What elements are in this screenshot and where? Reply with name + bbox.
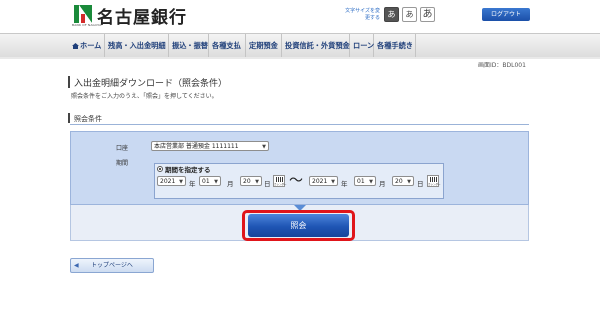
to-day-value: 20 bbox=[395, 178, 403, 185]
from-day-select[interactable]: 20 ▼ bbox=[240, 176, 262, 186]
to-calendar-button[interactable]: カレンダー bbox=[427, 175, 441, 187]
unit-year: 年 bbox=[189, 180, 196, 188]
unit-month: 月 bbox=[227, 180, 234, 188]
chevron-down-icon: ▼ bbox=[262, 144, 266, 150]
top-page-link-label: トップページへ bbox=[91, 262, 133, 269]
from-year-select[interactable]: 2021 ▼ bbox=[157, 176, 186, 186]
home-icon bbox=[72, 43, 79, 49]
unit-year: 年 bbox=[341, 180, 348, 188]
nav-item-label: ホーム bbox=[80, 41, 102, 50]
screen-id: 画面ID：BDL001 bbox=[478, 62, 526, 69]
top-page-link[interactable]: ◀ トップページへ bbox=[70, 258, 154, 273]
to-month-value: 01 bbox=[357, 178, 365, 185]
section-divider bbox=[70, 124, 529, 125]
chevron-down-icon: ▼ bbox=[214, 179, 218, 185]
nav-item-procedures[interactable]: 各種手続き bbox=[374, 34, 416, 58]
title-marker bbox=[68, 76, 70, 88]
chevron-left-icon: ◀ bbox=[74, 262, 79, 269]
section-marker bbox=[68, 113, 70, 123]
calendar-icon bbox=[276, 177, 283, 182]
chevron-down-icon: ▼ bbox=[407, 179, 411, 185]
nav-item-time-deposit[interactable]: 定期預金 bbox=[246, 34, 282, 58]
period-radio[interactable] bbox=[157, 166, 163, 172]
unit-month: 月 bbox=[379, 180, 386, 188]
inquiry-submit-button[interactable]: 照会 bbox=[248, 214, 349, 237]
unit-day: 日 bbox=[417, 180, 424, 188]
nav-divider bbox=[0, 57, 600, 59]
to-day-select[interactable]: 20 ▼ bbox=[392, 176, 414, 186]
calendar-caption: カレンダー bbox=[274, 183, 287, 186]
font-size-small-button[interactable]: あ bbox=[384, 7, 399, 22]
section-heading: 照会条件 bbox=[74, 115, 102, 123]
font-size-medium-button[interactable]: あ bbox=[402, 7, 417, 22]
to-year-value: 2021 bbox=[312, 178, 328, 185]
chevron-down-icon: ▼ bbox=[255, 179, 259, 185]
chevron-down-icon: ▼ bbox=[331, 179, 335, 185]
account-select-value: 本店営業部 普通預金 1111111 bbox=[154, 143, 239, 150]
instruction-text: 照会条件をご入力のうえ、「照会」を押してください。 bbox=[71, 93, 218, 100]
calendar-icon bbox=[430, 177, 437, 182]
nav-item-payment[interactable]: 各種支払 bbox=[209, 34, 246, 58]
bank-name: 名古屋銀行 bbox=[97, 8, 187, 28]
range-tilde: ～ bbox=[289, 173, 303, 189]
from-calendar-button[interactable]: カレンダー bbox=[273, 175, 287, 187]
period-option-label: 期間を指定する bbox=[165, 166, 211, 174]
account-select[interactable]: 本店営業部 普通預金 1111111 ▼ bbox=[151, 141, 269, 151]
font-size-label: 文字サイズを変更する bbox=[345, 8, 380, 21]
from-month-select[interactable]: 01 ▼ bbox=[199, 176, 221, 186]
chevron-down-icon: ▼ bbox=[179, 179, 183, 185]
global-nav: ホーム 残高・入出金明細 振込・振替 各種支払 定期預金 投資信託・外貨預金 ロ… bbox=[0, 33, 600, 59]
calendar-caption: カレンダー bbox=[428, 183, 441, 186]
to-month-select[interactable]: 01 ▼ bbox=[354, 176, 376, 186]
from-day-value: 20 bbox=[243, 178, 251, 185]
logout-button[interactable]: ログアウト bbox=[482, 8, 530, 21]
nav-item-investment[interactable]: 投資信託・外貨預金 bbox=[282, 34, 350, 58]
nav-item-balance[interactable]: 残高・入出金明細 bbox=[105, 34, 169, 58]
chevron-down-icon: ▼ bbox=[369, 179, 373, 185]
bank-logo-icon bbox=[74, 5, 92, 23]
nav-item-home[interactable]: ホーム bbox=[69, 34, 105, 58]
nav-item-loan[interactable]: ローン bbox=[350, 34, 374, 58]
logo-subtext: BANK OF NAGOYA bbox=[72, 23, 102, 27]
unit-day: 日 bbox=[264, 180, 271, 188]
page-title: 入出金明細ダウンロード（照会条件） bbox=[74, 79, 228, 89]
from-year-value: 2021 bbox=[160, 178, 176, 185]
account-label: 口座 bbox=[116, 145, 129, 152]
from-month-value: 01 bbox=[202, 178, 210, 185]
font-size-large-button[interactable]: あ bbox=[420, 7, 435, 22]
nav-item-transfer[interactable]: 振込・振替 bbox=[169, 34, 209, 58]
period-label: 期間 bbox=[116, 160, 129, 167]
header: BANK OF NAGOYA 名古屋銀行 文字サイズを変更する あ あ あ ログ… bbox=[0, 0, 600, 33]
to-year-select[interactable]: 2021 ▼ bbox=[309, 176, 338, 186]
